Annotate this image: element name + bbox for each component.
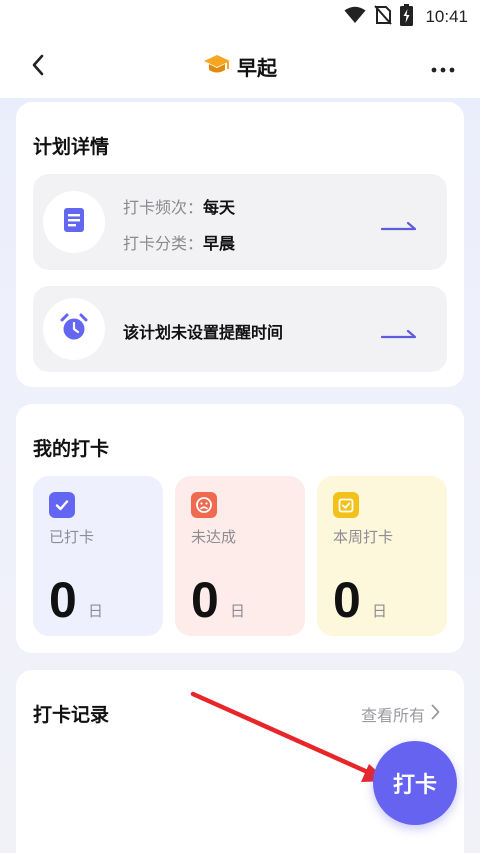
frequency-value: 每天 — [203, 198, 236, 217]
status-bar: 10:41 — [0, 0, 480, 34]
category-label: 打卡分类： — [123, 234, 204, 253]
stat-card-weekly: 本周打卡 0 日 — [317, 476, 447, 636]
stat-label: 已打卡 — [49, 528, 95, 546]
header: 早起 — [0, 34, 480, 98]
stat-label: 未达成 — [191, 528, 237, 546]
plan-details-card: 计划详情 打卡频次：每天 打卡分类：早晨 该计划未设置提醒时间 — [16, 102, 464, 387]
alarm-icon-wrap — [43, 298, 105, 360]
chevron-right-icon — [431, 704, 440, 724]
frequency-line: 打卡频次：每天 — [123, 194, 235, 218]
wifi-icon — [344, 6, 366, 28]
sad-face-icon — [191, 492, 217, 518]
reminder-text: 该计划未设置提醒时间 — [123, 323, 284, 342]
records-title: 打卡记录 — [33, 704, 110, 726]
stat-unit: 日 — [88, 602, 104, 620]
stat-card-checked: 已打卡 0 日 — [33, 476, 163, 636]
stat-label: 本周打卡 — [333, 528, 394, 546]
graduation-cap-icon — [203, 54, 231, 80]
view-all-link[interactable]: 查看所有 — [361, 702, 440, 726]
arrow-right-icon — [380, 324, 417, 343]
frequency-label: 打卡频次： — [123, 198, 204, 217]
stat-card-missed: 未达成 0 日 — [175, 476, 305, 636]
stat-value: 0 — [333, 572, 361, 628]
plan-details-title: 计划详情 — [33, 136, 110, 158]
status-time: 10:41 — [425, 7, 468, 26]
my-checkin-title: 我的打卡 — [33, 438, 110, 460]
arrow-right-icon — [380, 216, 417, 235]
calendar-check-icon — [333, 492, 359, 518]
battery-charging-icon — [400, 4, 414, 30]
stat-unit: 日 — [230, 602, 246, 620]
check-badge-icon — [49, 492, 75, 518]
view-all-label: 查看所有 — [360, 706, 425, 725]
more-button[interactable] — [426, 52, 460, 82]
category-line: 打卡分类：早晨 — [123, 230, 235, 254]
reminder-row[interactable]: 该计划未设置提醒时间 — [33, 286, 447, 372]
alarm-clock-icon — [60, 313, 88, 345]
more-dots-icon — [431, 58, 455, 77]
page-title: 早起 — [237, 56, 277, 80]
checkin-button[interactable]: 打卡 — [373, 741, 457, 825]
title-wrap: 早起 — [0, 52, 480, 81]
my-checkin-card: 我的打卡 已打卡 0 日 未达成 0 日 本周打卡 0 日 — [16, 404, 464, 653]
stat-value: 0 — [191, 572, 219, 628]
no-sim-icon — [374, 5, 393, 29]
stat-value: 0 — [49, 572, 77, 628]
stat-unit: 日 — [372, 602, 388, 620]
plan-doc-icon-wrap — [43, 191, 105, 253]
category-value: 早晨 — [203, 234, 236, 253]
plan-info-row[interactable]: 打卡频次：每天 打卡分类：早晨 — [33, 174, 447, 270]
document-icon — [63, 207, 85, 237]
